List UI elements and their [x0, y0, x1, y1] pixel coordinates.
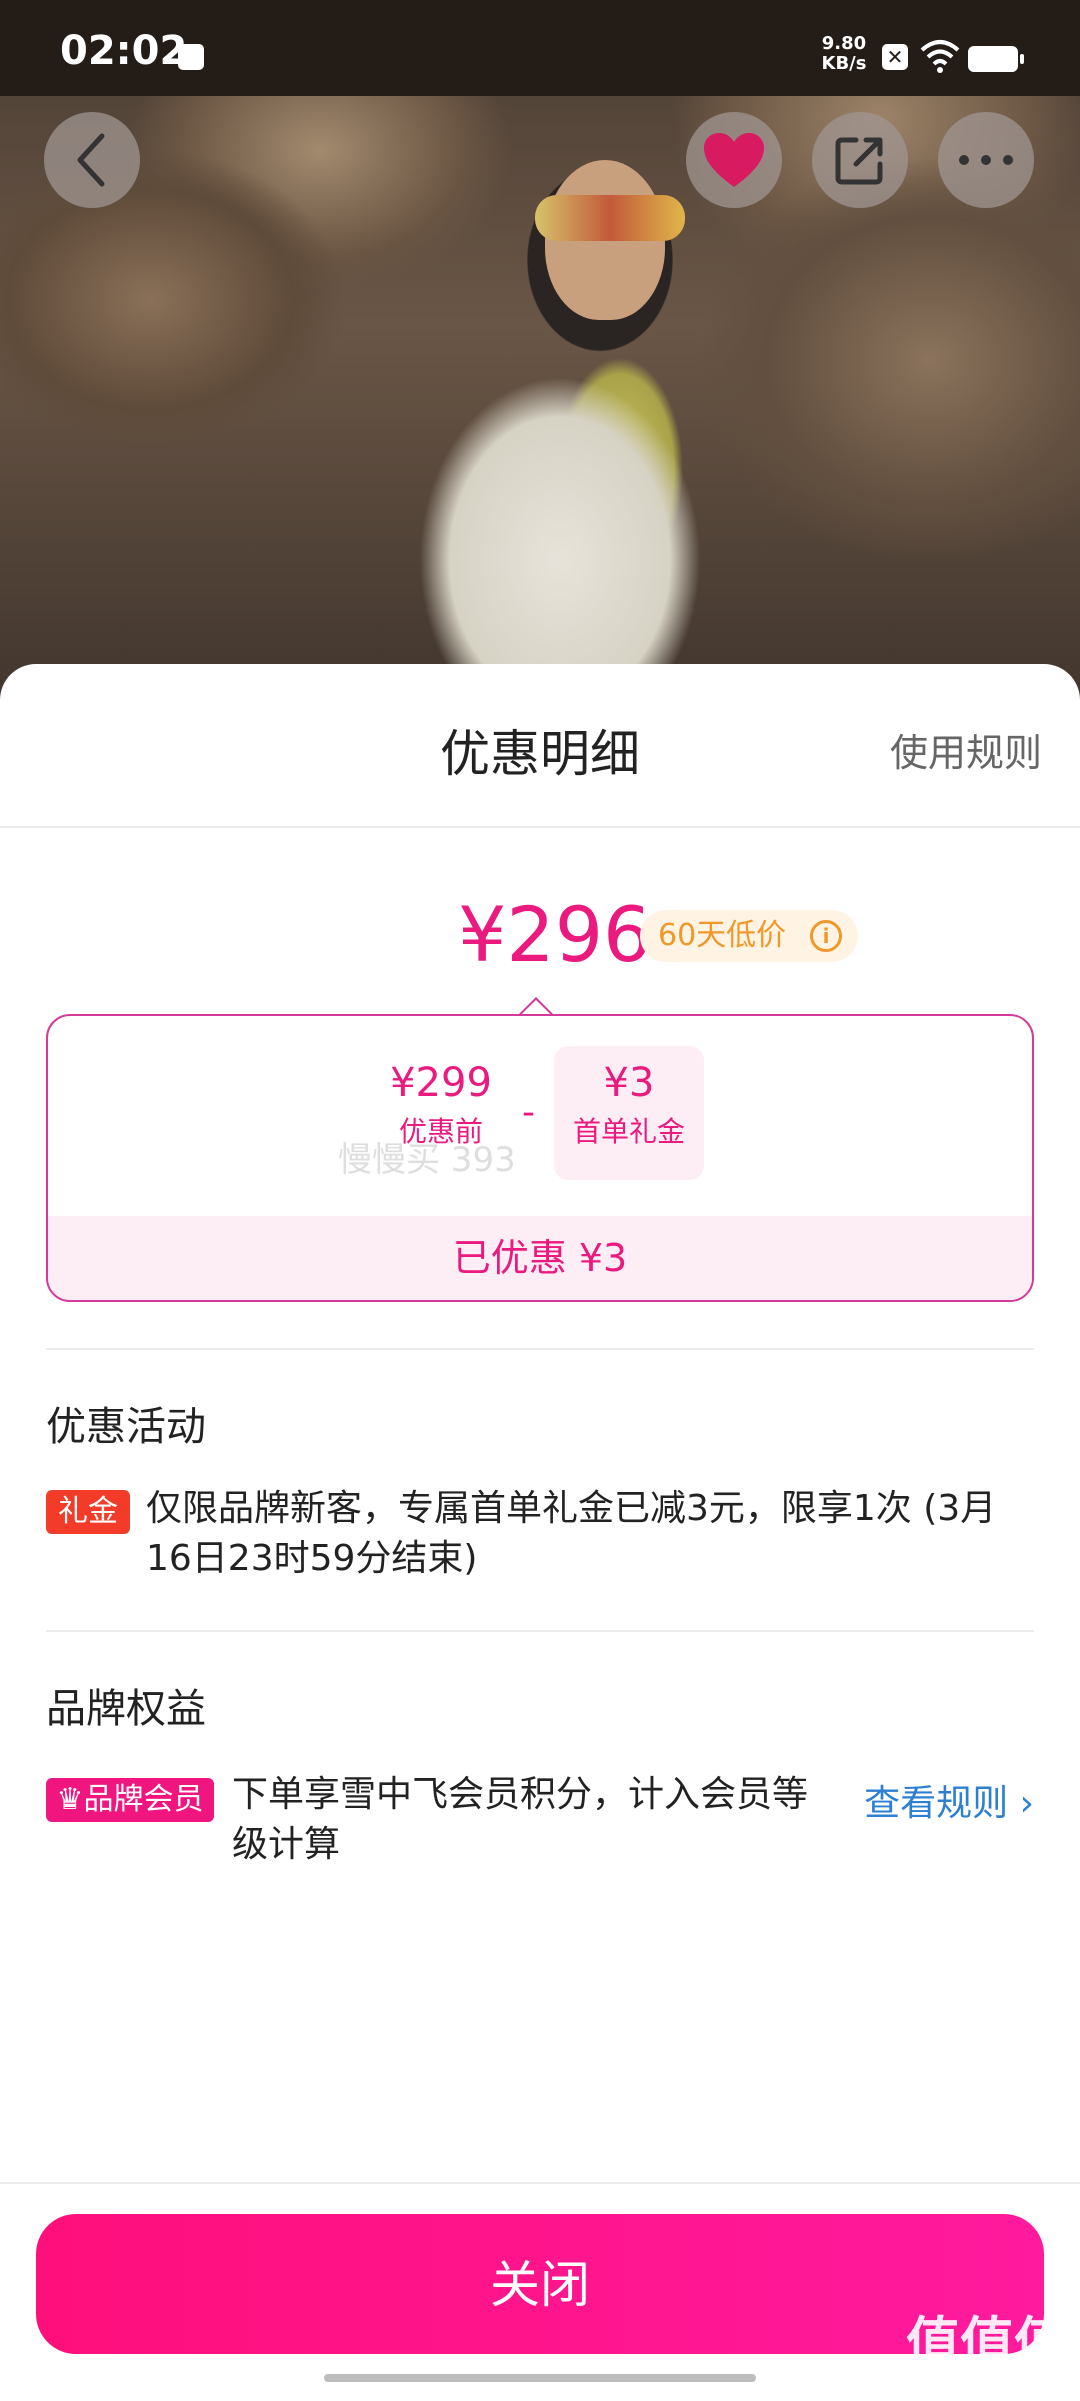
share-button[interactable] — [812, 112, 908, 208]
gift-cash-amount: ¥3 — [603, 1060, 655, 1106]
promotion-description: 仅限品牌新客，专属首单礼金已减3元，限享1次 (3月16日23时59分结束) — [146, 1488, 997, 1579]
model-sunglasses — [535, 195, 685, 241]
battery-icon — [968, 46, 1024, 72]
network-speed: 9.80 KB/s — [818, 34, 870, 74]
price-breakdown-box: ¥299 优惠前 - ¥3 首单礼金 慢慢买 393 已优惠 ¥3 — [46, 1014, 1034, 1302]
low-price-badge[interactable]: 60天低价 i — [640, 910, 858, 962]
site-watermark: 值值值 zhizhizhi.com — [906, 2298, 1068, 2401]
home-indicator[interactable] — [324, 2374, 756, 2382]
back-icon — [77, 133, 105, 187]
usage-rules-link[interactable]: 使用规则 — [890, 722, 1042, 777]
favorite-button[interactable] — [686, 112, 782, 208]
final-price: ¥296 — [458, 890, 652, 979]
section-divider — [46, 1348, 1034, 1350]
more-button[interactable] — [938, 112, 1034, 208]
gift-tag: 礼金 — [46, 1490, 130, 1534]
heart-icon — [704, 133, 764, 187]
gift-cash-column: ¥3 首单礼金 — [554, 1046, 704, 1180]
app-notification-icon — [178, 44, 204, 70]
site-watermark-logo: 值值值 — [906, 2311, 1068, 2374]
more-icon — [959, 155, 1013, 165]
gift-cash-label: 首单礼金 — [572, 1115, 685, 1148]
close-button[interactable]: 关闭 — [36, 2214, 1044, 2354]
status-bar: 02:02 9.80 KB/s ✕ — [0, 0, 1080, 96]
brand-member-tag-label: 品牌会员 — [83, 1782, 204, 1817]
discount-detail-sheet: 优惠明细 使用规则 ¥296 60天低价 i ¥299 优惠前 - ¥3 首单礼… — [0, 664, 1080, 2388]
share-icon — [835, 137, 883, 185]
low-price-badge-label: 60天低价 — [658, 918, 787, 953]
product-hero-image — [0, 0, 1080, 720]
header-divider — [0, 826, 1080, 828]
back-button[interactable] — [44, 112, 140, 208]
promotions-title: 优惠活动 — [46, 1404, 206, 1450]
network-speed-unit: KB/s — [821, 53, 867, 74]
total-saved: 已优惠 ¥3 — [48, 1216, 1032, 1300]
brand-member-tag: ♛品牌会员 — [46, 1778, 214, 1822]
status-time: 02:02 — [60, 28, 188, 74]
x-icon: ✕ — [882, 44, 908, 70]
info-icon: i — [810, 920, 842, 952]
view-rules-link[interactable]: 查看规则 › — [864, 1774, 1034, 1826]
watermark-text: 慢慢买 393 — [338, 1140, 516, 1180]
brand-benefits-title: 品牌权益 — [46, 1686, 206, 1732]
original-price-amount: ¥299 — [390, 1060, 492, 1106]
footer-divider — [0, 2182, 1080, 2184]
crown-icon: ♛ — [56, 1782, 84, 1817]
minus-operator: - — [522, 1092, 535, 1133]
wifi-icon — [920, 40, 960, 73]
network-speed-value: 9.80 — [821, 33, 867, 54]
brand-benefit-description: 下单享雪中飞会员积分，计入会员等级计算 — [232, 1774, 809, 1865]
section-divider — [46, 1630, 1034, 1632]
site-watermark-domain: zhizhizhi.com — [919, 2377, 1055, 2401]
